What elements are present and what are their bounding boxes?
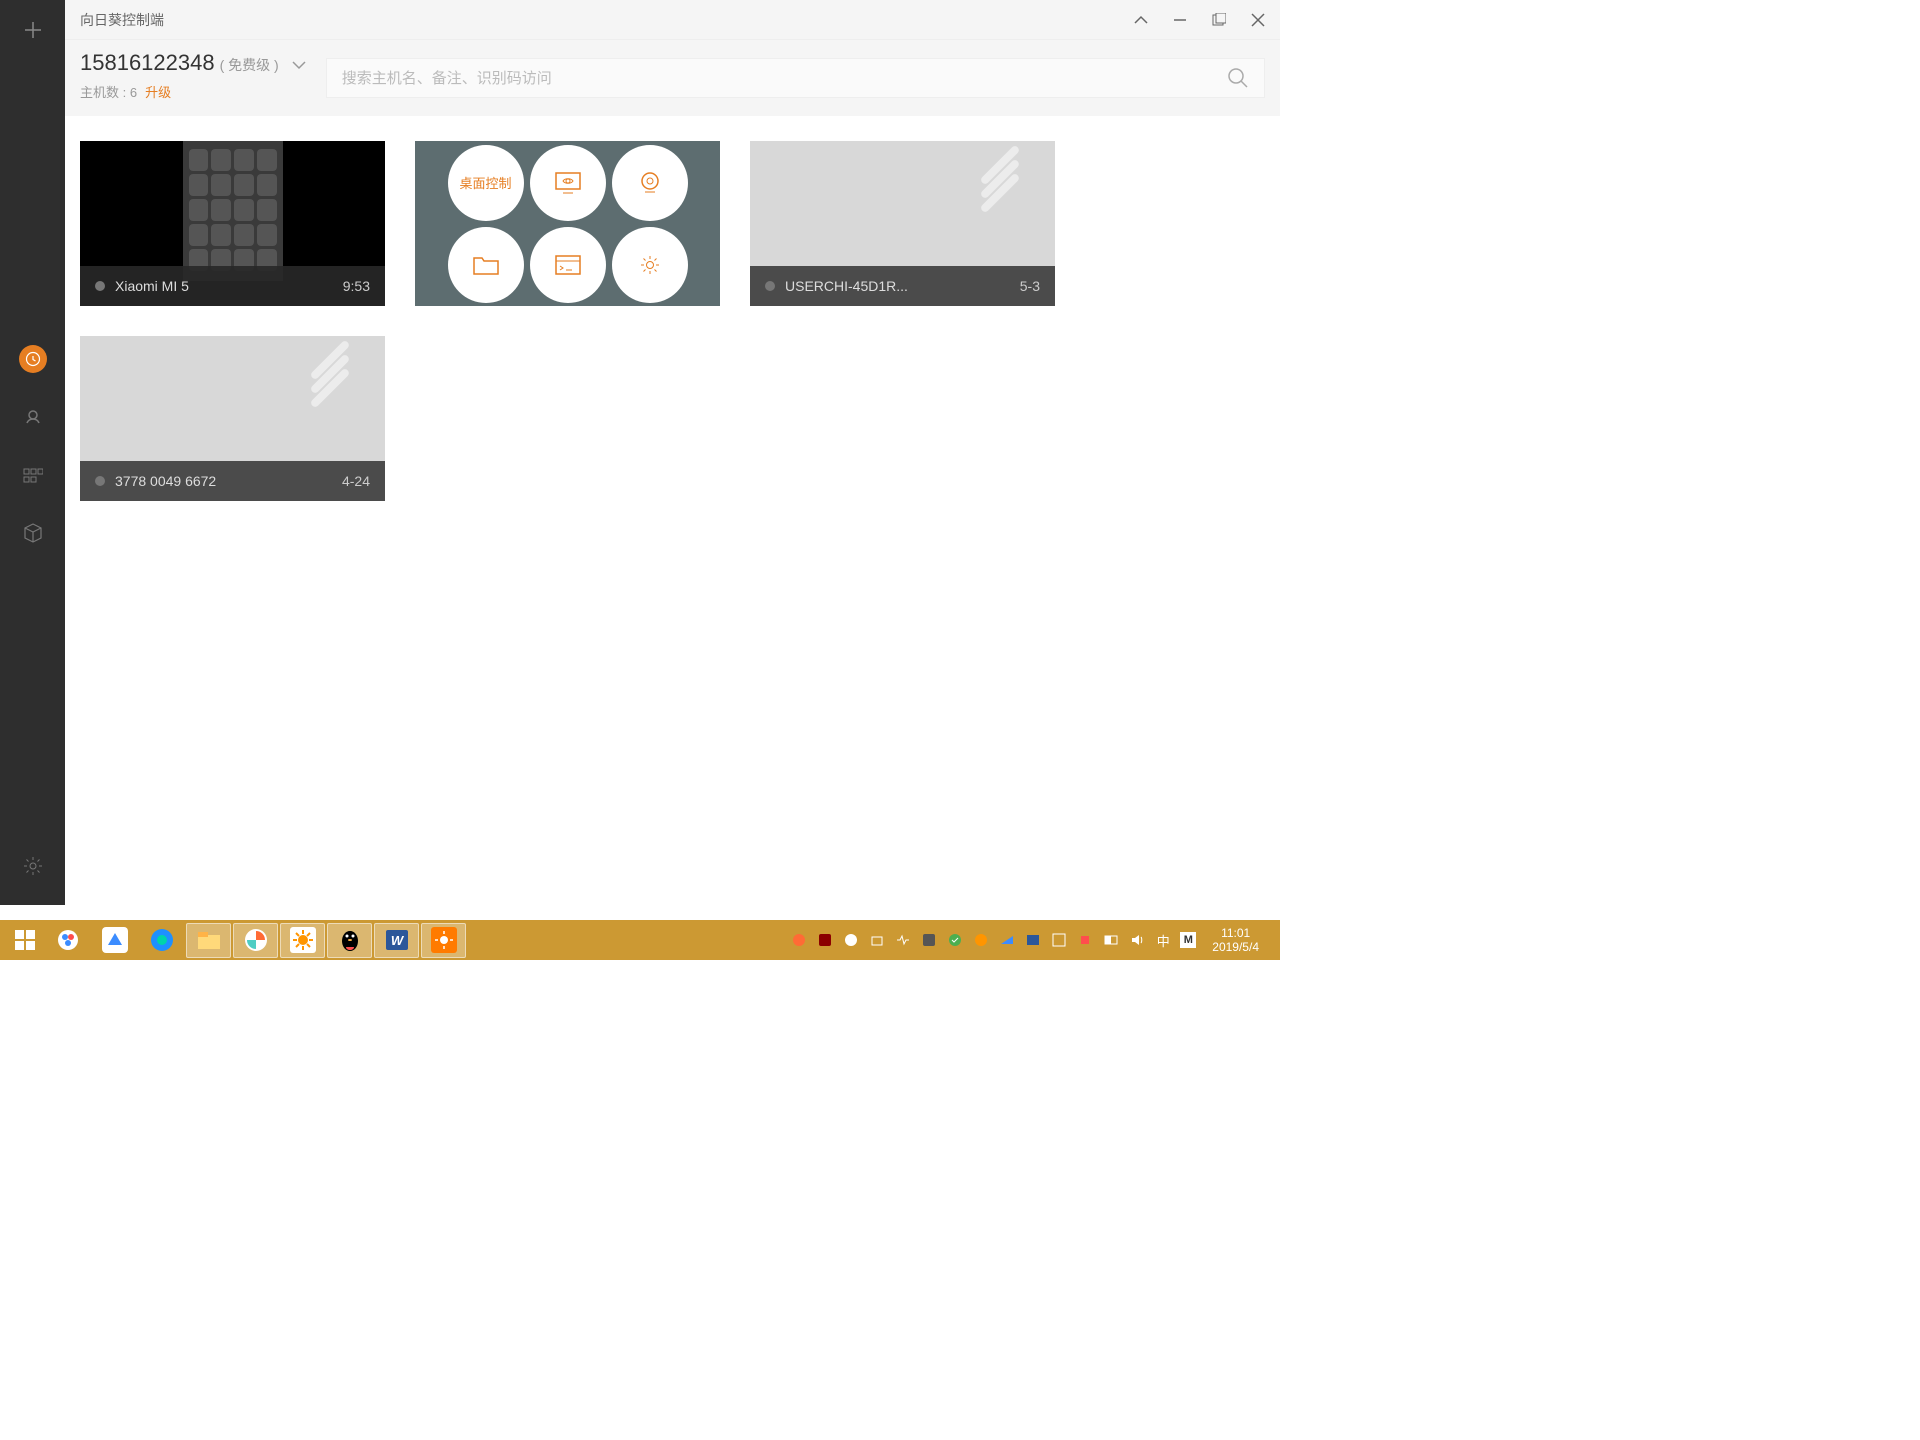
taskbar-apps: W — [45, 923, 466, 958]
content: Xiaomi MI 5 9:53 桌面控制 — [65, 116, 1280, 905]
sidebar-discover-icon[interactable] — [19, 403, 47, 431]
host-count: 主机数 : 6 — [80, 82, 137, 101]
taskbar-app-2[interactable] — [92, 923, 137, 958]
account-dropdown[interactable] — [292, 60, 306, 70]
tray-icon[interactable] — [1024, 931, 1042, 949]
sidebar-nav — [19, 345, 47, 547]
window-title: 向日葵控制端 — [80, 10, 1134, 30]
tray-icon[interactable] — [894, 931, 912, 949]
window-controls — [1134, 13, 1265, 27]
tray-m[interactable]: M — [1180, 932, 1196, 948]
tray-icon[interactable] — [816, 931, 834, 949]
offline-stripes-icon — [975, 161, 1025, 203]
tray-icon[interactable] — [1050, 931, 1068, 949]
svg-text:W: W — [390, 933, 404, 948]
start-button[interactable] — [5, 920, 45, 960]
status-dot — [95, 476, 105, 486]
taskbar-app-browser[interactable] — [233, 923, 278, 958]
taskbar: W 中 M 11:01 2019/5/4 — [0, 920, 1280, 960]
search-input[interactable] — [342, 70, 1227, 87]
tray-volume-icon[interactable] — [1128, 931, 1146, 949]
taskbar-clock[interactable]: 11:01 2019/5/4 — [1204, 926, 1267, 954]
card-name: Xiaomi MI 5 — [115, 278, 343, 294]
taskbar-app-explorer[interactable] — [186, 923, 231, 958]
tray-icon[interactable] — [1102, 931, 1120, 949]
host-card-3778[interactable]: 3778 0049 6672 4-24 — [80, 336, 385, 501]
card-footer: USERCHI-45D1R... 5-3 — [750, 266, 1055, 306]
host-card-xiaomi[interactable]: Xiaomi MI 5 9:53 — [80, 141, 385, 306]
minimize-button[interactable] — [1173, 13, 1187, 27]
system-tray: 中 M 11:01 2019/5/4 — [790, 926, 1275, 954]
sidebar-cube-icon[interactable] — [19, 519, 47, 547]
tray-icon[interactable] — [868, 931, 886, 949]
add-button[interactable] — [18, 15, 48, 45]
search-icon[interactable] — [1227, 67, 1249, 89]
close-button[interactable] — [1251, 13, 1265, 27]
control-panel-card: 桌面控制 — [415, 141, 720, 306]
tray-icon[interactable] — [972, 931, 990, 949]
collapse-button[interactable] — [1134, 15, 1148, 25]
card-time: 5-3 — [1020, 278, 1040, 294]
desktop-control-button[interactable]: 桌面控制 — [448, 145, 524, 221]
card-name: 3778 0049 6672 — [115, 473, 342, 489]
tray-icon[interactable] — [790, 931, 808, 949]
card-time: 9:53 — [343, 278, 370, 294]
main-area: 向日葵控制端 15816122348 ( 免费级 ) 主机数 : 6 升级 — [65, 0, 1280, 905]
host-card-userchi[interactable]: USERCHI-45D1R... 5-3 — [750, 141, 1055, 306]
taskbar-app-word[interactable]: W — [374, 923, 419, 958]
card-footer: Xiaomi MI 5 9:53 — [80, 266, 385, 306]
account-id: 15816122348 — [80, 50, 215, 76]
upgrade-link[interactable]: 升级 — [145, 82, 171, 101]
clock-time: 11:01 — [1221, 926, 1250, 940]
sidebar — [0, 0, 65, 905]
taskbar-app-1[interactable] — [45, 923, 90, 958]
view-button[interactable] — [530, 145, 606, 221]
account-block: 15816122348 ( 免费级 ) 主机数 : 6 升级 — [80, 50, 306, 101]
app-window: 向日葵控制端 15816122348 ( 免费级 ) 主机数 : 6 升级 — [0, 0, 1280, 905]
tray-icon[interactable] — [920, 931, 938, 949]
taskbar-app-sunflower[interactable] — [280, 923, 325, 958]
card-time: 4-24 — [342, 473, 370, 489]
camera-button[interactable] — [612, 145, 688, 221]
sidebar-grid-icon[interactable] — [19, 461, 47, 489]
card-footer: 3778 0049 6672 4-24 — [80, 461, 385, 501]
phone-thumbnail — [183, 141, 283, 281]
tray-icon[interactable] — [1076, 931, 1094, 949]
card-name: USERCHI-45D1R... — [785, 278, 1020, 294]
file-button[interactable] — [448, 227, 524, 303]
tray-ime[interactable]: 中 — [1154, 931, 1172, 949]
tray-icon[interactable] — [842, 931, 860, 949]
account-level: ( 免费级 ) — [220, 55, 279, 75]
titlebar: 向日葵控制端 — [65, 0, 1280, 40]
taskbar-app-sunlogin[interactable] — [421, 923, 466, 958]
sidebar-recent-icon[interactable] — [19, 345, 47, 373]
offline-stripes-icon — [305, 356, 355, 398]
control-grid: 桌面控制 — [415, 141, 720, 306]
maximize-button[interactable] — [1212, 13, 1226, 27]
clock-date: 2019/5/4 — [1212, 940, 1259, 954]
status-dot — [95, 281, 105, 291]
taskbar-app-qq[interactable] — [327, 923, 372, 958]
tray-icon[interactable] — [998, 931, 1016, 949]
status-dot — [765, 281, 775, 291]
host-cards: Xiaomi MI 5 9:53 桌面控制 — [80, 141, 1265, 501]
tray-icon[interactable] — [946, 931, 964, 949]
settings-icon[interactable] — [19, 852, 47, 880]
header: 15816122348 ( 免费级 ) 主机数 : 6 升级 — [65, 40, 1280, 116]
settings-control-button[interactable] — [612, 227, 688, 303]
search-bar — [326, 58, 1265, 98]
taskbar-app-3[interactable] — [139, 923, 184, 958]
terminal-button[interactable] — [530, 227, 606, 303]
